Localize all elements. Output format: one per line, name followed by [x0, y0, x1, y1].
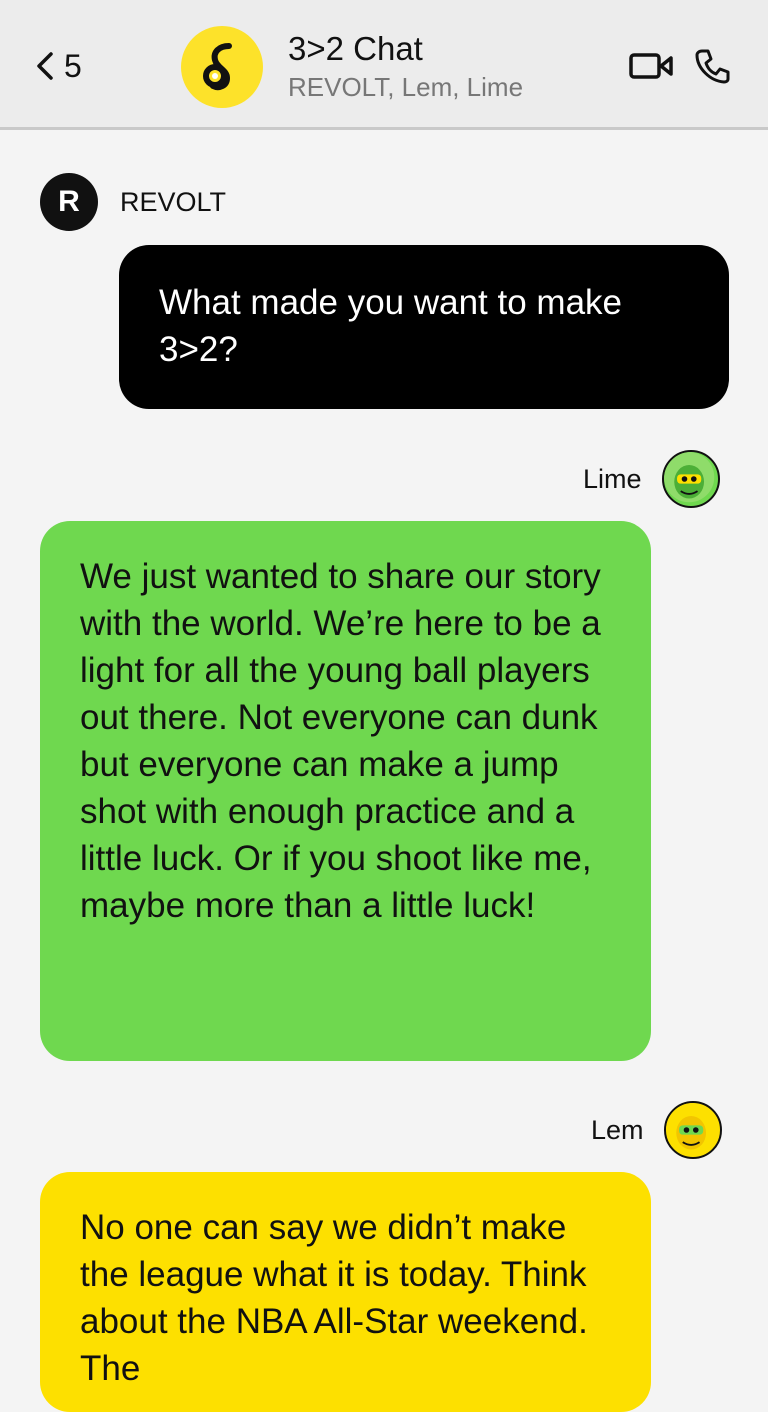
- lime-character-icon: [663, 452, 714, 503]
- avatar-letter: R: [58, 185, 80, 218]
- back-button[interactable]: 5: [34, 46, 82, 86]
- avatar[interactable]: [663, 1101, 722, 1159]
- chevron-left-icon: [37, 52, 53, 80]
- chat-participants: REVOLT, Lem, Lime: [288, 72, 524, 102]
- phone-icon[interactable]: [694, 48, 730, 84]
- message-text: We just wanted to share our story with t…: [80, 557, 601, 925]
- back-count: 5: [64, 47, 82, 84]
- chat-title: 3>2 Chat: [288, 30, 423, 67]
- message-bubble[interactable]: No one can say we didn’t make the league…: [40, 1172, 651, 1412]
- video-camera-icon[interactable]: [628, 50, 674, 82]
- sender-name: Lem: [591, 1114, 644, 1145]
- message-text: No one can say we didn’t make the league…: [80, 1208, 588, 1388]
- message-text: What made you want to make 3>2?: [159, 283, 622, 369]
- sender-row-lem: Lem: [591, 1101, 722, 1159]
- sender-row-revolt: R REVOLT: [40, 173, 226, 231]
- lem-character-icon: [665, 1103, 716, 1154]
- sender-row-lime: Lime: [583, 450, 720, 508]
- group-logo-icon[interactable]: [181, 26, 263, 108]
- avatar[interactable]: [661, 450, 720, 508]
- chat-header: 5 3>2 Chat REVOLT, Lem, Lime: [0, 0, 768, 130]
- sender-name: REVOLT: [120, 186, 227, 217]
- avatar[interactable]: R: [40, 173, 98, 231]
- sender-name: Lime: [583, 463, 642, 494]
- message-bubble[interactable]: We just wanted to share our story with t…: [40, 521, 651, 1061]
- message-bubble[interactable]: What made you want to make 3>2?: [119, 245, 729, 409]
